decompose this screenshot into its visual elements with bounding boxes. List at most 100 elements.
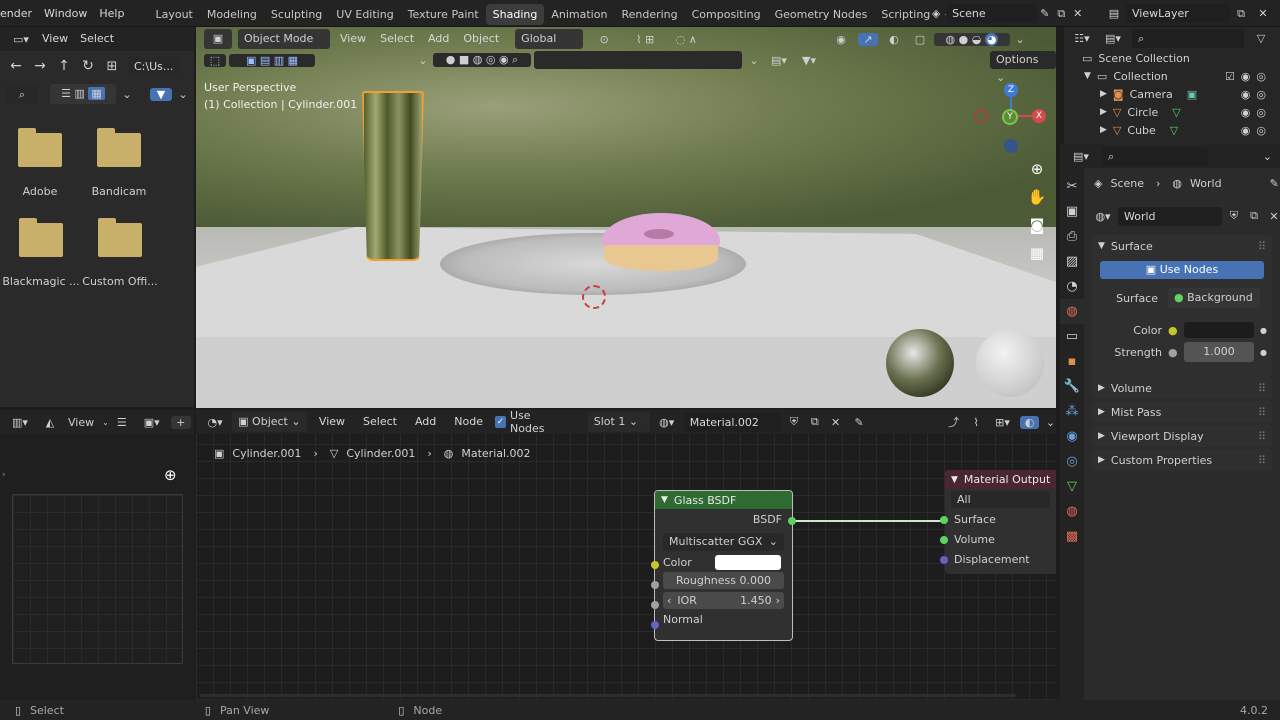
snap-target-icon[interactable]: ⊞▾	[990, 416, 1014, 429]
funnel-icon[interactable]: ▼▾	[795, 54, 823, 67]
scene-icon[interactable]: ◈	[926, 7, 946, 20]
new-image-icon[interactable]: +	[170, 415, 191, 429]
outliner-item[interactable]: ▶ ▽ Cube ▽ ◉◎	[1064, 121, 1280, 139]
hamburger-icon[interactable]: ☰	[117, 416, 127, 429]
forward-arrow-icon[interactable]: →	[30, 58, 50, 74]
keyframe-dot-icon[interactable]: ●	[1260, 326, 1267, 335]
chevron-down-icon[interactable]: ⌄	[745, 54, 763, 67]
properties-search-input[interactable]: ⌕	[1102, 146, 1208, 166]
color-input-socket[interactable]	[651, 561, 659, 569]
use-nodes-button[interactable]: ▣ Use Nodes	[1100, 261, 1264, 279]
ior-input-socket[interactable]	[651, 601, 659, 609]
view-layer-tab-icon[interactable]: ▨	[1060, 249, 1084, 274]
color-swatch[interactable]	[1184, 322, 1254, 338]
view-mode-icon[interactable]: ◭	[40, 416, 60, 429]
tab-shading[interactable]: Shading	[485, 4, 545, 25]
distribution-dropdown[interactable]: Multiscatter GGX ⌄	[663, 533, 784, 551]
pin-icon[interactable]: ✎	[1270, 177, 1279, 190]
options-button[interactable]: Options ⌄	[990, 51, 1056, 84]
gizmo-z-icon[interactable]: Z	[1004, 83, 1018, 97]
delete-viewlayer-icon[interactable]: ✕	[1252, 7, 1274, 20]
use-nodes-toggle[interactable]: ✓ Use Nodes	[494, 409, 564, 435]
outliner-collection[interactable]: ▼ ▭ Collection ☑◉◎	[1064, 67, 1280, 85]
new-scene-icon[interactable]: ⧉	[1053, 7, 1069, 21]
filter-icon[interactable]: ▼	[150, 87, 172, 101]
file-menu-select[interactable]: Select	[74, 27, 120, 51]
node-editor[interactable]: ◔▾ ▣ Object ⌄ View Select Add Node ✓ Use …	[196, 409, 1056, 700]
new-folder-icon[interactable]: ⊞	[102, 59, 122, 74]
path-field[interactable]: C:\Us...	[128, 56, 180, 76]
outliner-scene-collection[interactable]: ▭ Scene Collection	[1064, 49, 1280, 67]
surface-panel-header[interactable]: ▼ Surface ⠿	[1092, 235, 1272, 257]
visibility-toggles[interactable]: ☑◉◎	[1225, 70, 1272, 83]
visibility-toggles[interactable]: ◉◎	[1241, 124, 1272, 137]
material-name-field[interactable]: Material.002	[683, 412, 781, 432]
physics-tab-icon[interactable]: ◉	[1060, 424, 1084, 449]
texture-tab-icon[interactable]: ▩	[1060, 524, 1084, 549]
breadcrumb-world[interactable]: World	[1190, 177, 1222, 190]
parent-node-icon[interactable]: ⤴	[945, 414, 962, 430]
normal-input-socket[interactable]	[651, 621, 659, 629]
roughness-field[interactable]: Roughness 0.000	[663, 572, 784, 589]
gizmo-x-icon[interactable]: X	[1032, 109, 1046, 123]
object-types-icon[interactable]: ● ■ ◍ ◎ ◉ ⌕	[433, 53, 531, 67]
mode-dropdown[interactable]: Object Mode	[238, 29, 330, 49]
editor-type-icon[interactable]: ☷▾	[1070, 32, 1094, 45]
duplicate-icon[interactable]: ⧉	[807, 415, 822, 429]
surface-input-socket[interactable]	[940, 516, 948, 524]
tab-uv-editing[interactable]: UV Editing	[329, 4, 400, 25]
breadcrumb-scene[interactable]: Scene	[1110, 177, 1144, 190]
material-browse-icon[interactable]: ◍▾	[656, 416, 678, 429]
menu-window[interactable]: Window	[38, 0, 93, 27]
menu-blender[interactable]: ender	[0, 0, 38, 27]
world-tab-icon[interactable]: ◍	[1060, 299, 1084, 324]
gizmo-y-icon[interactable]: Y	[1002, 109, 1018, 125]
zoom-icon[interactable]: ⊕	[164, 466, 177, 484]
navigation-gizmo[interactable]: Z X Y	[974, 83, 1046, 157]
display-mode-icon[interactable]: ▤▾	[1102, 32, 1124, 45]
editor-type-icon[interactable]: ▣	[204, 29, 232, 49]
gizmo-neg-x-icon[interactable]	[974, 109, 988, 123]
section-custom-properties[interactable]: ▶ Custom Properties ⠿	[1092, 449, 1272, 471]
cursor-3d-icon[interactable]	[582, 285, 606, 309]
horizontal-scrollbar[interactable]	[200, 694, 1016, 697]
overlay-chevron-icon[interactable]: ⌄	[1045, 416, 1056, 429]
tab-modeling[interactable]: Modeling	[200, 4, 264, 25]
outliner-item[interactable]: ▶ ▽ Circle ▽ ◉◎	[1064, 103, 1280, 121]
drag-handle-icon[interactable]: ⠿	[1258, 430, 1266, 443]
tab-texture-paint[interactable]: Texture Paint	[401, 4, 486, 25]
viewport-menu-add[interactable]: Add	[424, 28, 453, 50]
section-volume[interactable]: ▶ Volume ⠿	[1092, 377, 1272, 399]
object-tab-icon[interactable]: ▪	[1060, 349, 1084, 374]
scene-name-field[interactable]: Scene	[946, 4, 1037, 23]
folder-item[interactable]: Blackmagic ...	[2, 218, 80, 293]
unlink-icon[interactable]: ✕	[1266, 210, 1280, 223]
parent-dir-icon[interactable]: ↑	[54, 58, 74, 74]
select-tool-icon[interactable]: ⬚	[204, 53, 226, 67]
displacement-input-socket[interactable]	[940, 556, 948, 564]
viewport-search-input[interactable]	[534, 51, 742, 69]
surface-shader-selector[interactable]: ● Background	[1168, 288, 1260, 308]
folder-item[interactable]: Custom Offi...	[82, 218, 158, 293]
breadcrumb-item[interactable]: Material.002	[461, 447, 530, 460]
search-icon[interactable]: ⌕	[6, 84, 38, 104]
output-tab-icon[interactable]: ⎙	[1060, 224, 1084, 249]
node-menu-view[interactable]: View	[313, 410, 351, 434]
increment-arrow-icon[interactable]: ›	[776, 592, 780, 609]
node-menu-node[interactable]: Node	[448, 410, 489, 434]
pin-icon[interactable]: ✎	[849, 416, 869, 429]
output-node-header[interactable]: ▼ Material Output	[945, 470, 1056, 489]
editor-type-icon[interactable]: ▭▾	[6, 33, 36, 46]
gizmo-icon[interactable]: ↗	[858, 32, 878, 46]
collapse-arrow-icon[interactable]: ▼	[661, 495, 668, 505]
viewlayer-name-field[interactable]: ViewLayer	[1126, 4, 1230, 23]
glass-color-swatch[interactable]	[715, 554, 781, 570]
chevron-down-icon[interactable]: ⌄	[120, 88, 134, 101]
filter-chevron-icon[interactable]: ⌄	[176, 88, 190, 101]
editor-type-icon[interactable]: ▥▾	[8, 416, 32, 429]
bsdf-output-socket[interactable]	[788, 517, 796, 525]
shading-chevron-icon[interactable]: ⌄	[1014, 33, 1026, 46]
tool-tab-icon[interactable]: ✂	[1060, 174, 1084, 199]
render-tab-icon[interactable]: ▣	[1060, 199, 1084, 224]
editor-type-icon[interactable]: ◔▾	[204, 416, 226, 429]
